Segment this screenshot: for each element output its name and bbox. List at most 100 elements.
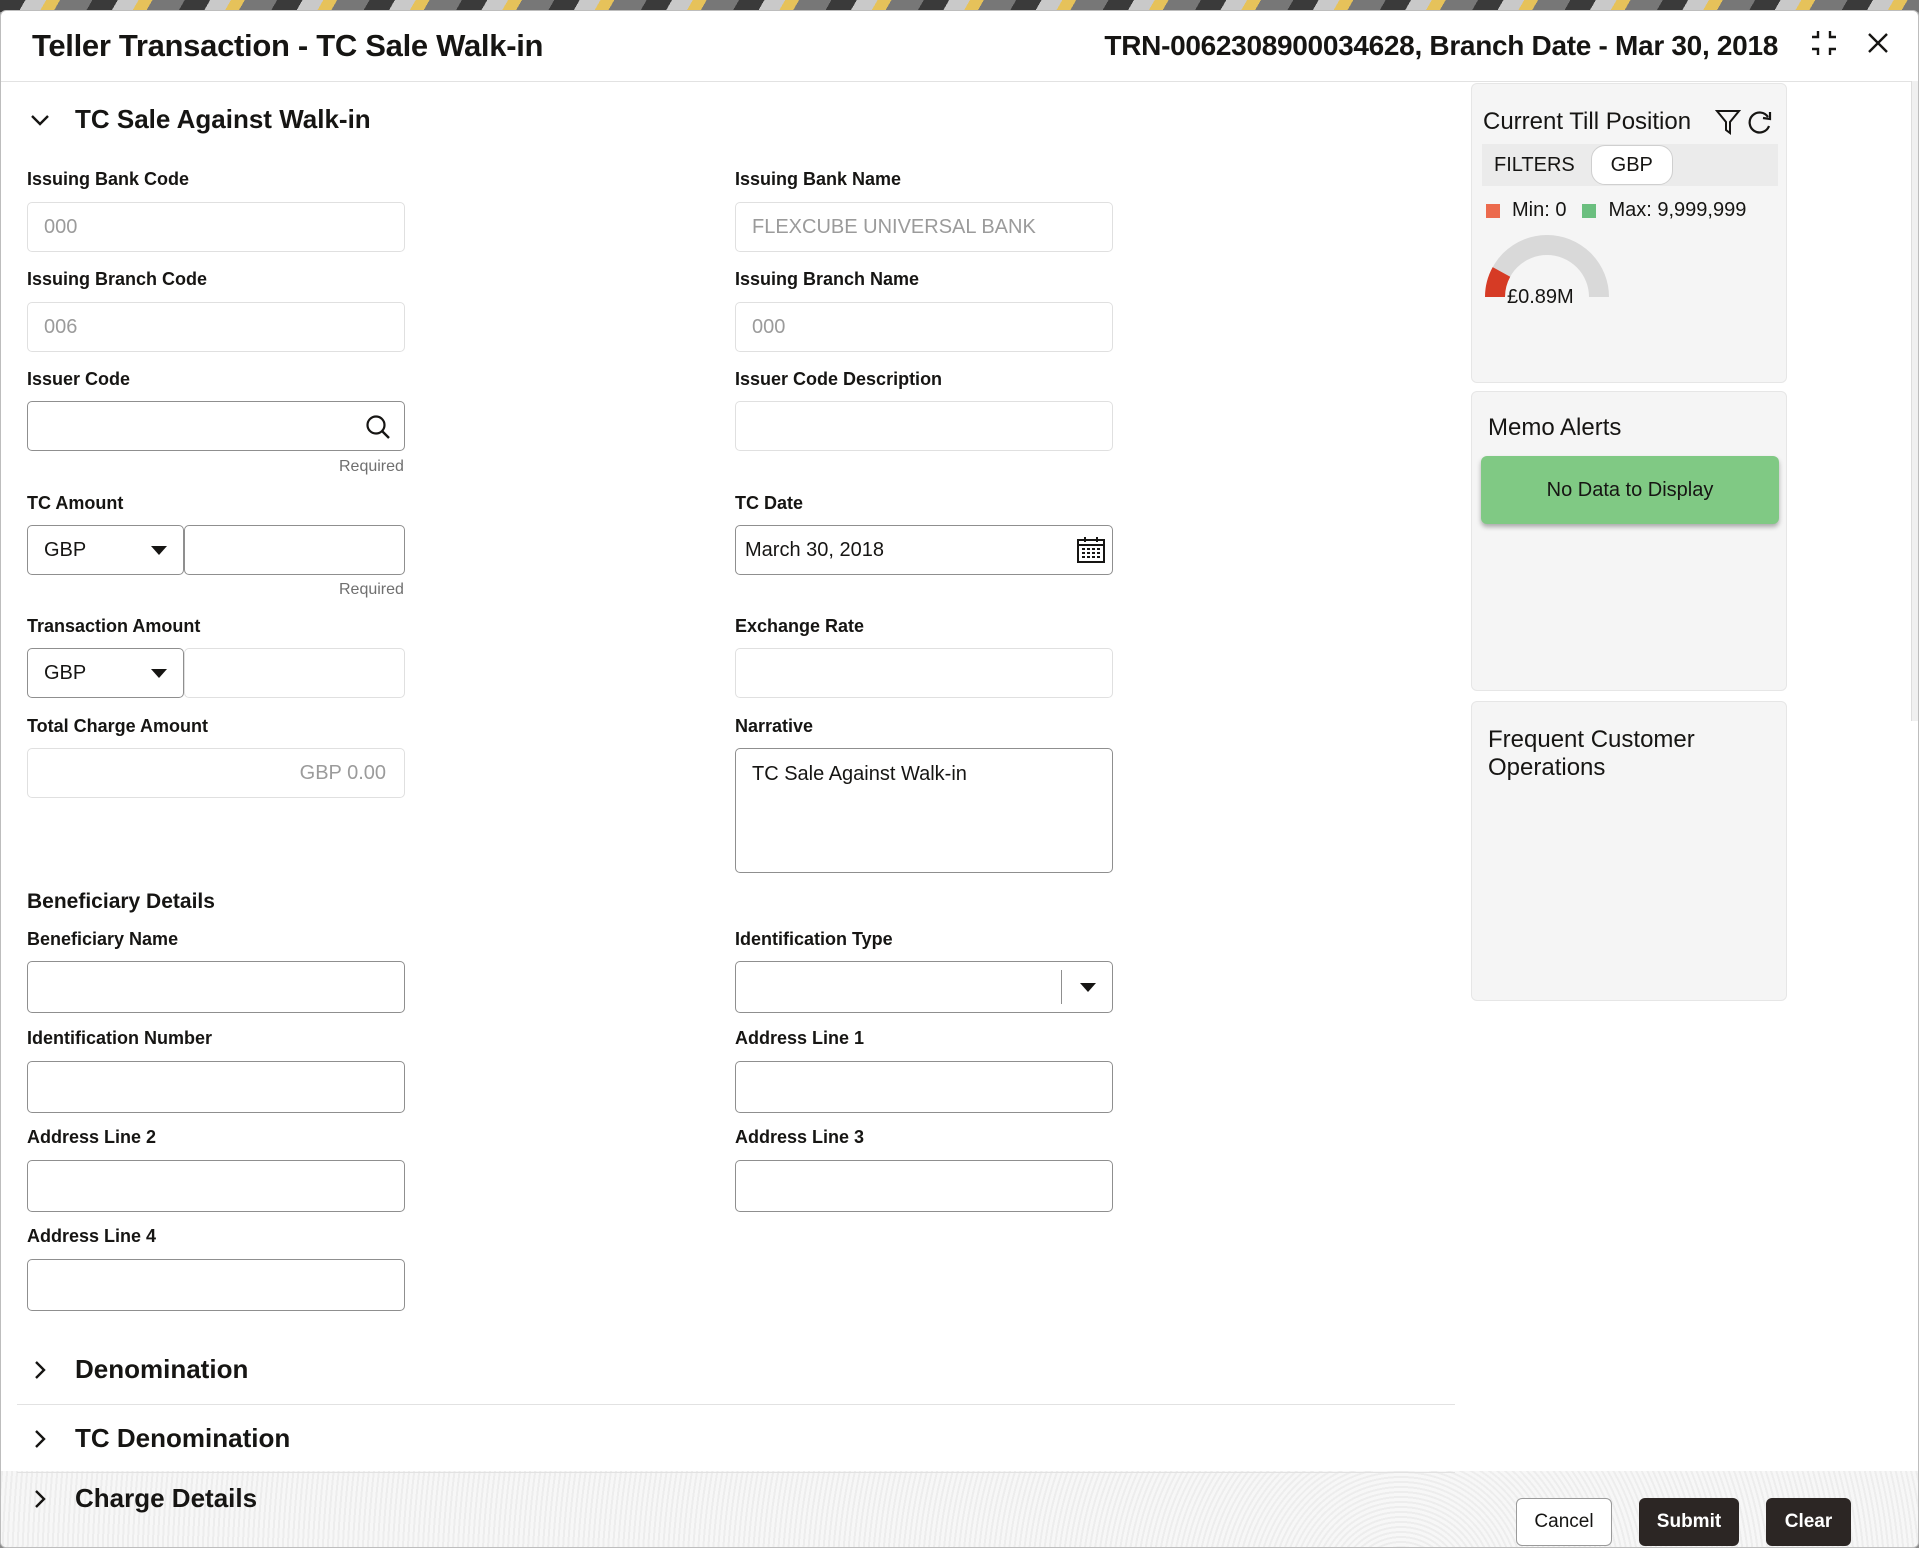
issuing-bank-name-value: FLEXCUBE UNIVERSAL BANK xyxy=(752,215,1036,238)
scrollbar[interactable] xyxy=(1911,81,1918,721)
frequent-ops-title-line1: Frequent Customer xyxy=(1488,726,1695,753)
total-charge-amount-value: GBP 0.00 xyxy=(299,761,386,784)
tc-date-value: March 30, 2018 xyxy=(745,538,884,561)
chevron-down-icon xyxy=(31,114,49,126)
calendar-icon[interactable] xyxy=(1076,535,1106,565)
current-till-position-panel: Current Till Position FILTERS GBP Min: 0… xyxy=(1471,83,1787,383)
identification-type-label: Identification Type xyxy=(735,929,893,949)
section-charge-details[interactable]: Charge Details xyxy=(27,1483,257,1514)
issuing-bank-code-label: Issuing Bank Code xyxy=(27,169,190,189)
page-title: Teller Transaction - TC Sale Walk-in xyxy=(32,28,544,63)
filters-bar: FILTERS GBP xyxy=(1482,144,1778,186)
section-title: Denomination xyxy=(75,1354,249,1384)
clear-button[interactable]: Clear xyxy=(1766,1498,1851,1546)
caret-down-icon xyxy=(1080,983,1096,992)
memo-alerts-title: Memo Alerts xyxy=(1488,414,1622,441)
issuing-bank-name-label: Issuing Bank Name xyxy=(735,169,902,189)
total-charge-amount-field: GBP 0.00 xyxy=(27,748,405,798)
issuer-code-input[interactable] xyxy=(27,401,405,451)
caret-down-icon xyxy=(151,546,167,555)
min-legend-label: Min: 0 xyxy=(1512,199,1567,221)
memo-alerts-panel: Memo Alerts No Data to Display xyxy=(1471,391,1787,691)
refresh-icon[interactable] xyxy=(1746,108,1774,136)
narrative-textarea[interactable]: TC Sale Against Walk-in xyxy=(735,748,1113,873)
gauge-legend: Min: 0 Max: 9,999,999 xyxy=(1486,199,1746,222)
caret-down-icon xyxy=(151,669,167,678)
select-divider xyxy=(1061,970,1062,1004)
address-line-3-input[interactable] xyxy=(735,1160,1113,1212)
issuing-bank-code-value: 000 xyxy=(44,215,78,238)
chevron-right-icon xyxy=(35,1360,46,1379)
section-divider xyxy=(17,1404,1455,1405)
tc-amount-currency-value: GBP xyxy=(44,538,87,561)
gauge-fill xyxy=(1485,267,1511,298)
dialog-header: Teller Transaction - TC Sale Walk-in TRN… xyxy=(1,11,1918,82)
issuer-code-description-field xyxy=(735,401,1113,451)
address-line-4-input[interactable] xyxy=(27,1259,405,1311)
identification-number-label: Identification Number xyxy=(27,1028,213,1048)
tc-date-label: TC Date xyxy=(735,493,804,513)
section-title: TC Denomination xyxy=(75,1423,291,1453)
tc-amount-input[interactable] xyxy=(184,525,405,575)
address-line-3-label: Address Line 3 xyxy=(735,1127,865,1147)
max-legend-label: Max: 9,999,999 xyxy=(1608,199,1747,221)
beneficiary-name-label: Beneficiary Name xyxy=(27,929,179,949)
beneficiary-details-heading: Beneficiary Details xyxy=(27,890,215,913)
filter-icon[interactable] xyxy=(1714,108,1742,136)
chevron-right-icon xyxy=(35,1429,46,1448)
address-line-1-input[interactable] xyxy=(735,1061,1113,1113)
narrative-label: Narrative xyxy=(735,716,814,736)
issuing-bank-code-field: 000 xyxy=(27,202,405,252)
submit-button[interactable]: Submit xyxy=(1639,1498,1739,1546)
issuing-branch-name-field: 000 xyxy=(735,302,1113,352)
exchange-rate-label: Exchange Rate xyxy=(735,616,865,636)
till-title: Current Till Position xyxy=(1483,108,1692,135)
no-data-banner: No Data to Display xyxy=(1481,456,1779,524)
exchange-rate-field xyxy=(735,648,1113,698)
address-line-1-label: Address Line 1 xyxy=(735,1028,865,1048)
gauge-value-label: £0.89M xyxy=(1507,286,1574,308)
total-charge-amount-label: Total Charge Amount xyxy=(27,716,208,736)
issuing-branch-code-field: 006 xyxy=(27,302,405,352)
transaction-reference: TRN-0062308900034628, Branch Date - Mar … xyxy=(1104,30,1778,61)
beneficiary-name-input[interactable] xyxy=(27,961,405,1013)
address-line-2-label: Address Line 2 xyxy=(27,1127,157,1147)
section-title: Charge Details xyxy=(75,1483,258,1513)
issuer-code-label: Issuer Code xyxy=(27,369,131,389)
issuer-code-description-label: Issuer Code Description xyxy=(735,369,943,389)
address-line-2-input[interactable] xyxy=(27,1160,405,1212)
issuer-code-required-hint: Required xyxy=(339,458,404,475)
section-tc-denomination[interactable]: TC Denomination xyxy=(27,1423,290,1454)
section-denomination[interactable]: Denomination xyxy=(27,1354,248,1385)
identification-type-select[interactable] xyxy=(735,961,1113,1013)
transaction-amount-field xyxy=(184,648,405,698)
footer-background xyxy=(1,1471,1918,1547)
tc-amount-required-hint: Required xyxy=(339,581,404,598)
frequent-customer-operations-panel: Frequent Customer Operations xyxy=(1471,701,1787,1001)
close-icon[interactable] xyxy=(1860,25,1896,61)
frequent-ops-title: Frequent Customer Operations xyxy=(1488,726,1695,782)
cancel-button[interactable]: Cancel xyxy=(1516,1498,1612,1546)
tc-amount-currency-select[interactable]: GBP xyxy=(27,525,184,575)
issuing-branch-name-label: Issuing Branch Name xyxy=(735,269,920,289)
search-icon[interactable] xyxy=(364,413,392,441)
issuing-bank-name-field: FLEXCUBE UNIVERSAL BANK xyxy=(735,202,1113,252)
identification-number-input[interactable] xyxy=(27,1061,405,1113)
section-tc-sale-against-walk-in[interactable]: TC Sale Against Walk-in xyxy=(27,104,371,135)
compress-icon[interactable] xyxy=(1806,25,1842,61)
frequent-ops-title-line2: Operations xyxy=(1488,754,1606,781)
address-line-4-label: Address Line 4 xyxy=(27,1226,157,1246)
transaction-amount-currency-value: GBP xyxy=(44,661,87,684)
filter-chip-gbp[interactable]: GBP xyxy=(1590,145,1673,185)
section-divider xyxy=(17,1472,1455,1473)
tc-amount-label: TC Amount xyxy=(27,493,124,513)
chevron-right-icon xyxy=(35,1489,46,1508)
issuing-branch-code-value: 006 xyxy=(44,315,78,338)
narrative-value: TC Sale Against Walk-in xyxy=(752,763,967,785)
transaction-amount-currency-select[interactable]: GBP xyxy=(27,648,184,698)
max-legend-swatch xyxy=(1582,203,1597,218)
filters-label: FILTERS xyxy=(1494,153,1575,176)
transaction-amount-label: Transaction Amount xyxy=(27,616,201,636)
issuing-branch-name-value: 000 xyxy=(752,315,786,338)
tc-date-input[interactable]: March 30, 2018 xyxy=(735,525,1113,575)
